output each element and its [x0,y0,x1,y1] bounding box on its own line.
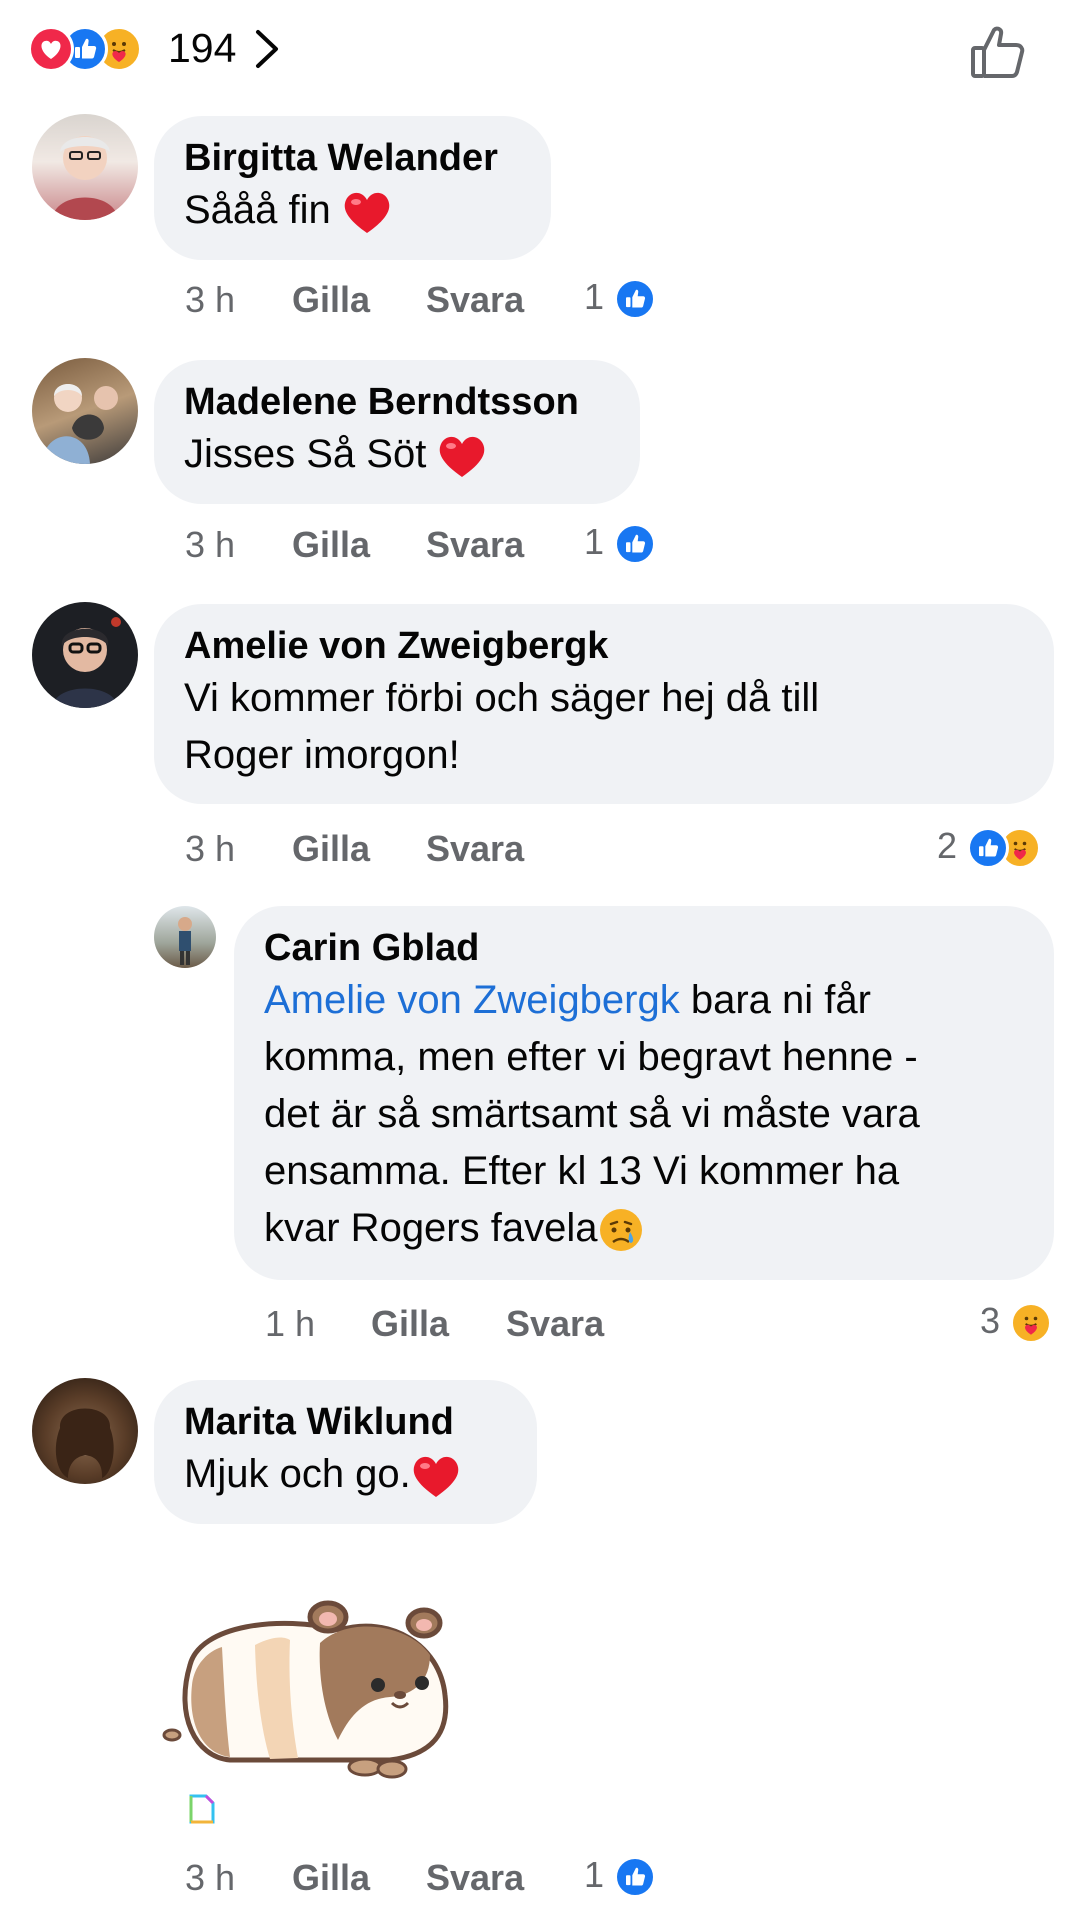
comment-time[interactable]: 3 h [185,1857,235,1898]
like-reaction-icon [967,827,1010,870]
comment-text-line: Roger imorgon! [184,733,460,777]
sticker-indicator-icon [189,1794,215,1824]
comment-text: Jisses Så Söt [184,426,610,483]
like-action[interactable]: Gilla [292,521,370,569]
like-action[interactable]: Gilla [292,825,370,873]
like-reaction-icon [614,523,657,566]
comment-text-line: ensamma. Efter kl 13 Vi kommer ha [264,1149,900,1193]
comment-author[interactable]: Marita Wiklund [184,1398,507,1446]
comment-time[interactable]: 3 h [185,279,235,320]
heart-emoji [413,1457,459,1498]
reply-action[interactable]: Svara [506,1300,604,1348]
avatar[interactable] [32,1378,138,1484]
reaction-count: 3 [980,1300,1001,1341]
heart-emoji [440,437,485,478]
reaction-count: 1 [584,1854,605,1895]
comment-meta: 1 h Gilla Svara [265,1300,604,1348]
comment-text-line: komma, men efter vi begravt henne - [264,1035,918,1079]
comment-reactions[interactable]: 3 [980,1297,1053,1345]
comment-author[interactable]: Madelene Berndtsson [184,378,610,426]
comment-bubble[interactable]: Amelie von Zweigbergk Vi kommer förbi oc… [154,604,1054,804]
reaction-count: 1 [584,276,605,317]
thumbs-up-outline-icon[interactable] [968,22,1028,82]
comment-meta: 3 h Gilla Svara [185,521,524,569]
crying-emoji [600,1209,643,1252]
comment-time[interactable]: 3 h [185,524,235,565]
comment-time[interactable]: 3 h [185,828,235,869]
reaction-count: 2 [937,825,958,866]
comment-author[interactable]: Birgitta Welander [184,134,521,182]
avatar[interactable] [154,906,216,968]
reactions-count[interactable]: 194 [168,22,236,74]
comment-author[interactable]: Amelie von Zweigbergk [184,622,1024,670]
comment-meta: 3 h Gilla Svara [185,276,524,324]
reply-action[interactable]: Svara [426,521,524,569]
comment-reactions[interactable]: 2 [937,822,1042,870]
heart-emoji [344,193,390,234]
reactions-summary[interactable] [28,26,158,72]
comment-reactions[interactable]: 1 [584,518,657,566]
comment-text-line: kvar Rogers favela [264,1200,1024,1257]
comment-text: Sååå fin [184,182,521,239]
comment-text: Mjuk och go. [184,1446,507,1503]
avatar[interactable] [32,602,138,708]
guinea-pig-sticker[interactable] [160,1585,460,1790]
reply-action[interactable]: Svara [426,825,524,873]
like-action[interactable]: Gilla [292,276,370,324]
like-action[interactable]: Gilla [292,1854,370,1902]
reaction-count: 1 [584,521,605,562]
love-reaction-icon [28,26,74,72]
chevron-right-icon[interactable] [250,26,284,72]
comment-time[interactable]: 1 h [265,1303,315,1344]
like-action[interactable]: Gilla [371,1300,449,1348]
like-reaction-icon [614,278,657,321]
reply-action[interactable]: Svara [426,276,524,324]
comment-bubble[interactable]: Madelene Berndtsson Jisses Så Söt [154,360,640,504]
comment-bubble[interactable]: Marita Wiklund Mjuk och go. [154,1380,537,1524]
comment-bubble[interactable]: Birgitta Welander Sååå fin [154,116,551,260]
comment-text-line: Amelie von Zweigbergk bara ni får [264,978,871,1022]
comment-text-line: det är så smärtsamt så vi måste vara [264,1092,920,1136]
comment-text-line: Vi kommer förbi och säger hej då till [184,676,820,720]
comment-author[interactable]: Carin Gblad [264,924,1024,972]
mention-link[interactable]: Amelie von Zweigbergk [264,978,680,1022]
like-reaction-icon [614,1856,657,1899]
comment-reactions[interactable]: 1 [584,1851,657,1899]
reply-bubble[interactable]: Carin Gblad Amelie von Zweigbergk bara n… [234,906,1054,1280]
comment-meta: 3 h Gilla Svara [185,1854,524,1902]
avatar[interactable] [32,358,138,464]
avatar[interactable] [32,114,138,220]
reply-action[interactable]: Svara [426,1854,524,1902]
care-reaction-icon [1010,1302,1053,1345]
comment-reactions[interactable]: 1 [584,273,657,321]
comment-meta: 3 h Gilla Svara [185,825,524,873]
